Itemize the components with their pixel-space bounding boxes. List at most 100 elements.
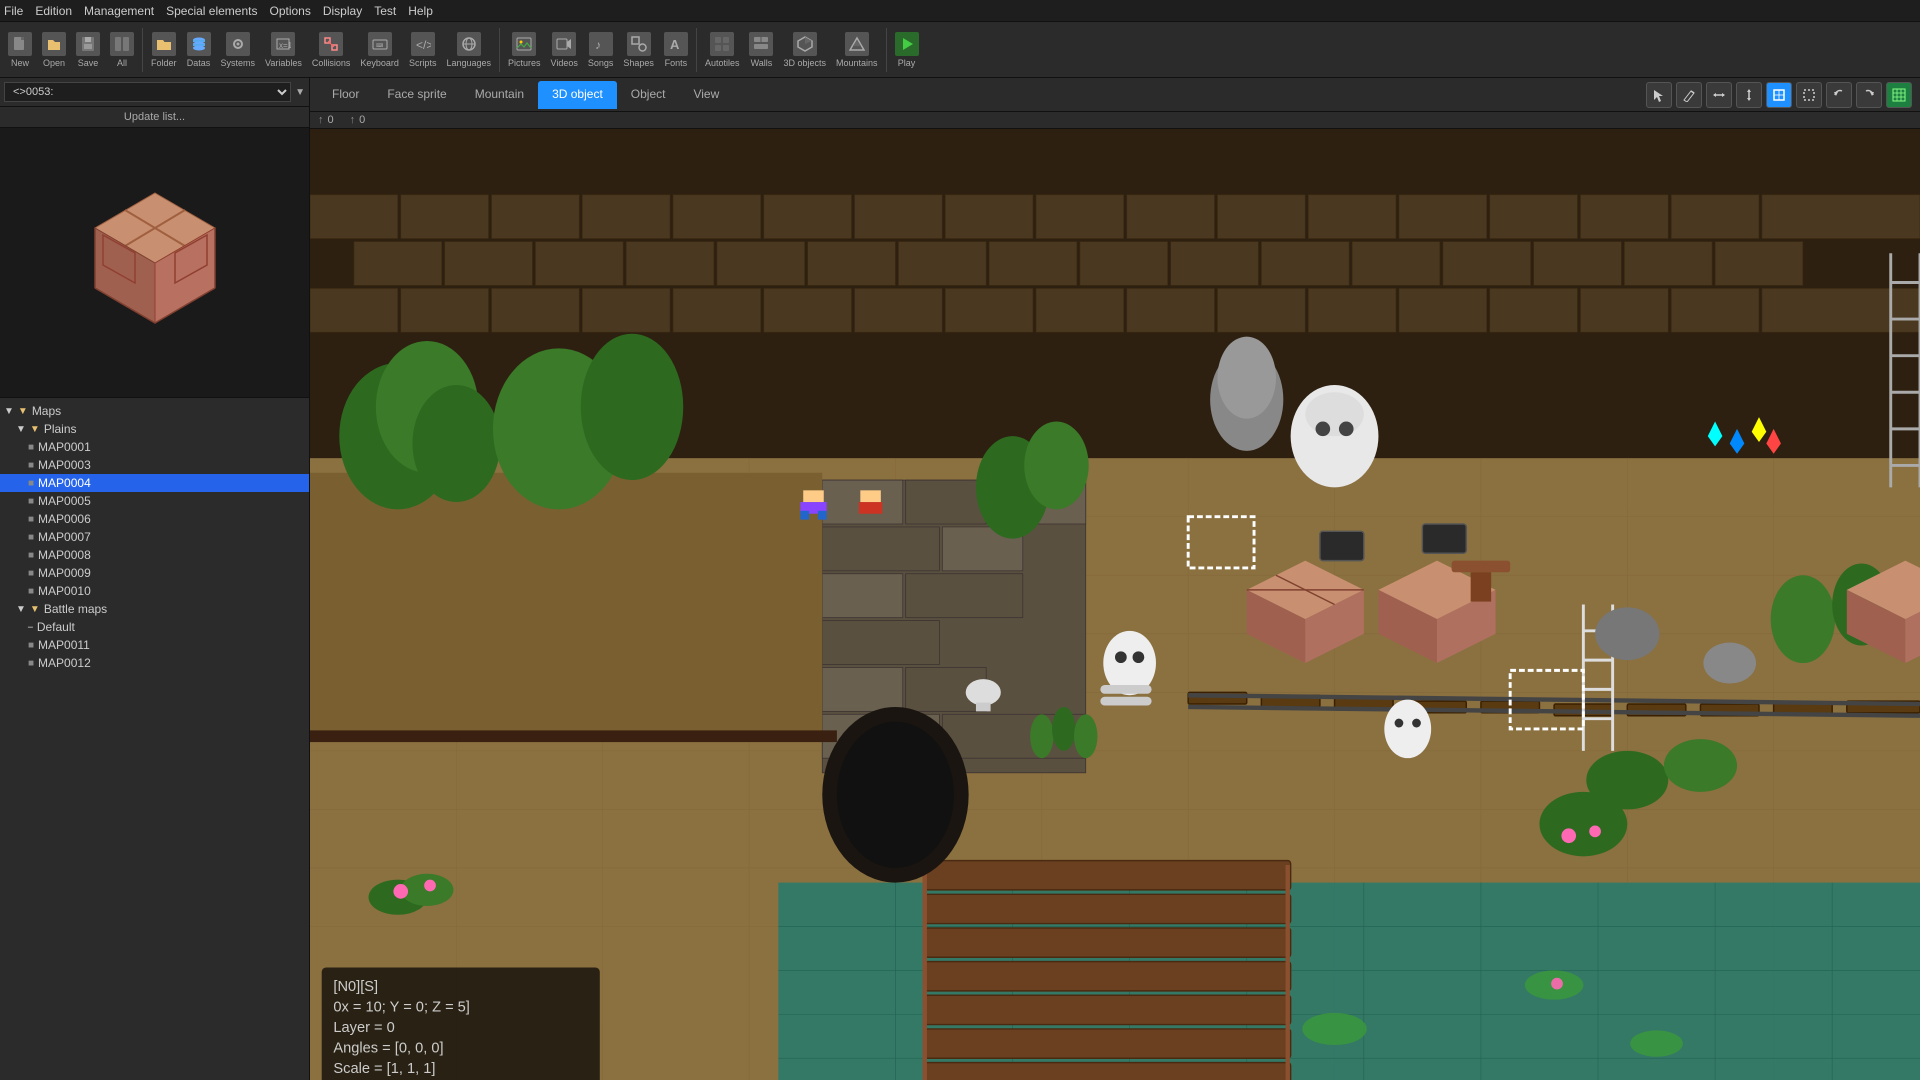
tool-new[interactable]: New bbox=[4, 30, 36, 70]
tree-item-maps[interactable]: ▼ ▼ Maps bbox=[0, 402, 309, 420]
tree-label-map0011: MAP0011 bbox=[38, 638, 90, 652]
map-viewport[interactable]: [N0][S] 0x = 10; Y = 0; Z = 5] Layer = 0… bbox=[310, 129, 1920, 1080]
svg-text:[N0][S]: [N0][S] bbox=[333, 979, 378, 995]
right-panel: Floor Face sprite Mountain 3D object Obj… bbox=[310, 78, 1920, 1080]
collisions-icon bbox=[319, 32, 343, 56]
tool-fonts[interactable]: A Fonts bbox=[660, 30, 692, 70]
tool-redo-btn[interactable] bbox=[1856, 82, 1882, 108]
tool-folder[interactable]: Folder bbox=[147, 30, 181, 70]
map-icon-0012: ■ bbox=[28, 658, 34, 669]
tree-item-map0001[interactable]: ■ MAP0001 bbox=[0, 438, 309, 456]
menu-test[interactable]: Test bbox=[374, 4, 396, 18]
tree-item-map0012[interactable]: ■ MAP0012 bbox=[0, 654, 309, 672]
tool-mountains[interactable]: Mountains bbox=[832, 30, 882, 70]
menu-file[interactable]: File bbox=[4, 4, 23, 18]
tool-move-x-btn[interactable] bbox=[1706, 82, 1732, 108]
tab-object[interactable]: Object bbox=[617, 81, 680, 109]
fonts-icon: A bbox=[664, 32, 688, 56]
tree-item-map0009[interactable]: ■ MAP0009 bbox=[0, 564, 309, 582]
tab-3d-object[interactable]: 3D object bbox=[538, 81, 617, 109]
tool-systems[interactable]: Systems bbox=[217, 30, 260, 70]
menu-edition[interactable]: Edition bbox=[35, 4, 72, 18]
svg-text:Layer = 0: Layer = 0 bbox=[333, 1020, 394, 1036]
map-select[interactable]: <>0053: bbox=[4, 82, 291, 102]
tree-label-map0006: MAP0006 bbox=[38, 512, 91, 526]
map-icon-0008: ■ bbox=[28, 550, 34, 561]
tool-play[interactable]: Play bbox=[891, 30, 923, 70]
tool-collisions[interactable]: Collisions bbox=[308, 30, 355, 70]
tree-label-map0001: MAP0001 bbox=[38, 440, 91, 454]
tree-item-map0010[interactable]: ■ MAP0010 bbox=[0, 582, 309, 600]
tool-open[interactable]: Open bbox=[38, 30, 70, 70]
tool-play-label: Play bbox=[898, 58, 916, 68]
tree-label-map0004: MAP0004 bbox=[38, 476, 91, 490]
tool-autotiles[interactable]: Autotiles bbox=[701, 30, 744, 70]
main-layout: <>0053: ▼ Update list... bbox=[0, 78, 1920, 1080]
tool-videos[interactable]: Videos bbox=[547, 30, 582, 70]
tool-shapes[interactable]: Shapes bbox=[619, 30, 658, 70]
tool-videos-label: Videos bbox=[551, 58, 578, 68]
tool-keyboard[interactable]: ⌨ Keyboard bbox=[356, 30, 403, 70]
tree-item-map0004[interactable]: ■ MAP0004 bbox=[0, 474, 309, 492]
tool-draw-btn[interactable] bbox=[1766, 82, 1792, 108]
map-icon-0005: ■ bbox=[28, 496, 34, 507]
tool-walls[interactable]: Walls bbox=[745, 30, 777, 70]
save-icon bbox=[76, 32, 100, 56]
menu-display[interactable]: Display bbox=[323, 4, 362, 18]
left-panel: <>0053: ▼ Update list... bbox=[0, 78, 310, 1080]
tool-songs[interactable]: ♪ Songs bbox=[584, 30, 618, 70]
svg-text:Angles = [0, 0, 0]: Angles = [0, 0, 0] bbox=[333, 1040, 443, 1056]
tool-all[interactable]: All bbox=[106, 30, 138, 70]
tool-languages-label: Languages bbox=[446, 58, 491, 68]
datas-icon bbox=[187, 32, 211, 56]
update-list-button[interactable]: Update list... bbox=[0, 107, 309, 128]
tool-cursor-btn[interactable] bbox=[1646, 82, 1672, 108]
menu-help[interactable]: Help bbox=[408, 4, 433, 18]
tree-item-default[interactable]: ━ Default bbox=[0, 618, 309, 636]
tool-grid-btn[interactable] bbox=[1886, 82, 1912, 108]
map-icon-0004: ■ bbox=[28, 478, 34, 489]
menu-management[interactable]: Management bbox=[84, 4, 154, 18]
variables-icon: x=1 bbox=[271, 32, 295, 56]
menu-options[interactable]: Options bbox=[269, 4, 310, 18]
tab-floor[interactable]: Floor bbox=[318, 81, 373, 109]
tool-3dobjects[interactable]: 3D objects bbox=[779, 30, 830, 70]
tool-datas[interactable]: Datas bbox=[183, 30, 215, 70]
tree-item-map0011[interactable]: ■ MAP0011 bbox=[0, 636, 309, 654]
tool-select-btn[interactable] bbox=[1796, 82, 1822, 108]
tree-item-map0006[interactable]: ■ MAP0006 bbox=[0, 510, 309, 528]
tool-scripts-label: Scripts bbox=[409, 58, 437, 68]
tab-view[interactable]: View bbox=[679, 81, 733, 109]
tool-collisions-label: Collisions bbox=[312, 58, 351, 68]
tree-label-default: Default bbox=[37, 620, 75, 634]
tree-item-battle-maps[interactable]: ▼ ▼ Battle maps bbox=[0, 600, 309, 618]
tab-mountain[interactable]: Mountain bbox=[461, 81, 538, 109]
map-icon-0011: ■ bbox=[28, 640, 34, 651]
coords-bar: ↑ 0 ↑ 0 bbox=[310, 112, 1920, 129]
tab-face-sprite[interactable]: Face sprite bbox=[373, 81, 460, 109]
tool-variables[interactable]: x=1 Variables bbox=[261, 30, 306, 70]
tree-item-plains[interactable]: ▼ ▼ Plains bbox=[0, 420, 309, 438]
menu-bar: File Edition Management Special elements… bbox=[0, 0, 1920, 22]
tree-label-map0005: MAP0005 bbox=[38, 494, 91, 508]
autotiles-icon bbox=[710, 32, 734, 56]
tool-save[interactable]: Save bbox=[72, 30, 104, 70]
tool-scripts[interactable]: </> Scripts bbox=[405, 30, 441, 70]
separator-3 bbox=[696, 28, 697, 72]
tool-languages[interactable]: Languages bbox=[442, 30, 495, 70]
folder-icon-battle: ▼ bbox=[30, 604, 40, 615]
svg-text:♪: ♪ bbox=[595, 38, 601, 52]
toolbar: New Open Save All Folder Datas bbox=[0, 22, 1920, 78]
tree-item-map0005[interactable]: ■ MAP0005 bbox=[0, 492, 309, 510]
tree-item-map0007[interactable]: ■ MAP0007 bbox=[0, 528, 309, 546]
tool-move-y-btn[interactable] bbox=[1736, 82, 1762, 108]
tree-item-map0008[interactable]: ■ MAP0008 bbox=[0, 546, 309, 564]
menu-special[interactable]: Special elements bbox=[166, 4, 257, 18]
tree-item-map0003[interactable]: ■ MAP0003 bbox=[0, 456, 309, 474]
tool-keyboard-label: Keyboard bbox=[360, 58, 399, 68]
tool-pictures[interactable]: Pictures bbox=[504, 30, 545, 70]
tool-datas-label: Datas bbox=[187, 58, 211, 68]
tree-label-map0003: MAP0003 bbox=[38, 458, 91, 472]
tool-undo-btn[interactable] bbox=[1826, 82, 1852, 108]
tool-pencil-btn[interactable] bbox=[1676, 82, 1702, 108]
